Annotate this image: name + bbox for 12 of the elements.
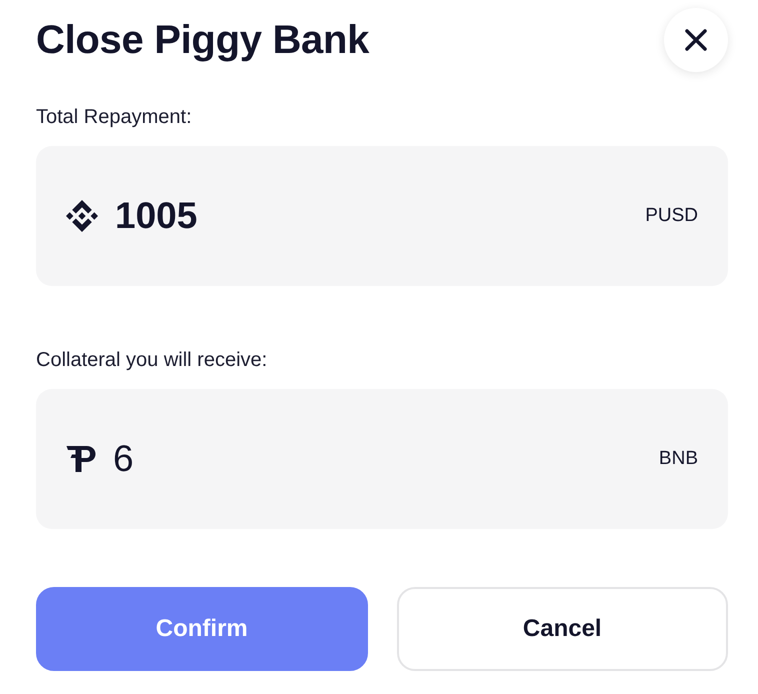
- close-icon: [684, 28, 708, 52]
- field-label: Collateral you will receive:: [36, 348, 268, 372]
- token-unit: PUSD: [645, 204, 698, 228]
- dialog-title: Close Piggy Bank: [36, 17, 370, 64]
- amount-value: 6: [113, 437, 134, 481]
- field-label: Total Repayment:: [36, 105, 193, 129]
- amount-value: 1005: [115, 194, 198, 238]
- cancel-button[interactable]: Cancel: [396, 587, 728, 671]
- confirm-button[interactable]: Confirm: [36, 587, 368, 671]
- token-unit: BNB: [658, 447, 698, 471]
- diamond-token-icon: [66, 200, 98, 232]
- p-token-icon: [66, 446, 96, 472]
